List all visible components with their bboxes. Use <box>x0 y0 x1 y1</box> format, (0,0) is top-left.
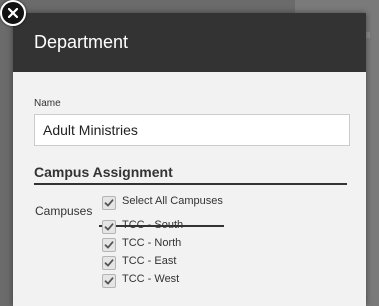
dialog-header: Department <box>13 13 366 72</box>
checkmark-icon <box>104 277 114 285</box>
campus-label: TCC - West <box>122 273 180 285</box>
section-divider <box>34 183 347 185</box>
checkmark-icon <box>104 223 114 231</box>
checkmark-icon <box>104 259 114 267</box>
checkbox[interactable] <box>102 238 116 252</box>
close-button[interactable] <box>0 0 26 26</box>
checkbox[interactable] <box>102 196 116 210</box>
checkbox[interactable] <box>102 274 116 288</box>
dialog-title: Department <box>34 32 129 52</box>
checkmark-icon <box>104 241 114 249</box>
name-label: Name <box>34 98 61 109</box>
name-input[interactable]: Adult Ministries <box>34 114 350 146</box>
campus-label: TCC - South <box>122 219 184 231</box>
close-icon <box>8 8 18 18</box>
checkmark-icon <box>104 199 114 207</box>
checkbox[interactable] <box>102 256 116 270</box>
checkbox[interactable] <box>102 220 116 234</box>
select-all-label: Select All Campuses <box>122 195 223 207</box>
campuses-label: Campuses <box>35 204 93 218</box>
campus-assignment-heading: Campus Assignment <box>34 164 173 180</box>
campus-label: TCC - North <box>122 237 182 249</box>
campus-label: TCC - East <box>122 255 177 267</box>
department-dialog: Department Name Adult Ministries Campus … <box>13 13 366 306</box>
